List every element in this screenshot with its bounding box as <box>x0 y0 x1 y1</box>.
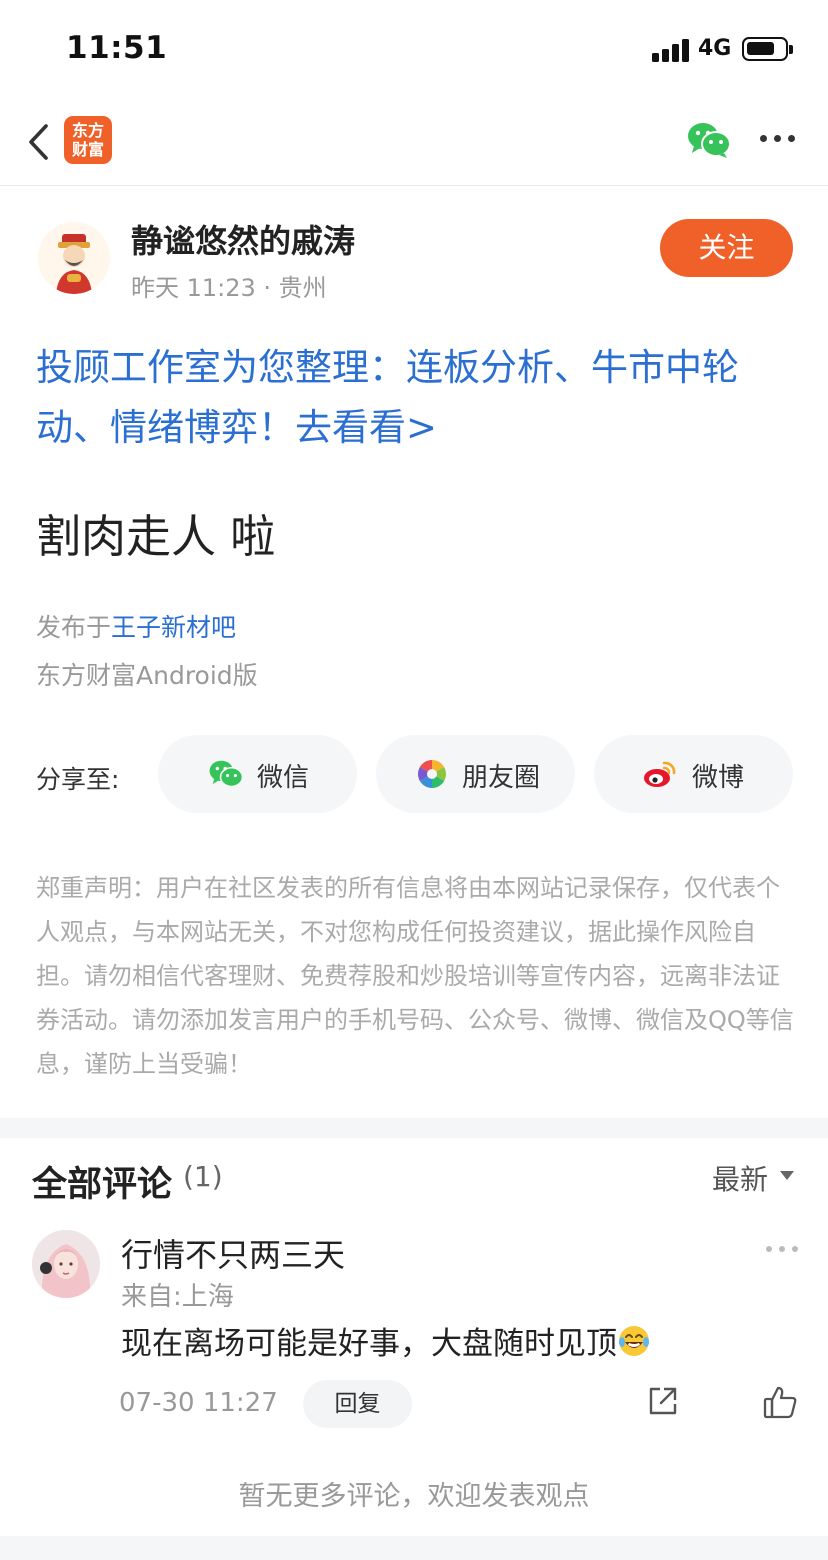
client-label: 东方财富Android版 <box>36 661 258 690</box>
share-moments-label: 朋友圈 <box>462 763 541 793</box>
caret-down-icon[interactable] <box>780 1171 794 1180</box>
comment-time: 07-30 11:27 <box>119 1388 278 1418</box>
battery-icon <box>742 37 788 61</box>
section-divider <box>0 1118 828 1138</box>
publish-line: 发布于王子新材吧 <box>36 608 236 644</box>
nav-bar: 东方 财富 <box>0 96 828 186</box>
share-out-icon[interactable] <box>646 1384 680 1418</box>
disclaimer: 郑重声明：用户在社区发表的所有信息将由本网站记录保存，仅代表个人观点，与本网站无… <box>36 874 794 1078</box>
thumbs-up-icon[interactable] <box>762 1384 798 1420</box>
forum-link[interactable]: 王子新材吧 <box>111 613 236 642</box>
status-bar: 11:51 4G <box>0 0 828 96</box>
battery-cap <box>789 45 793 54</box>
wechat-icon <box>209 760 244 788</box>
promo-link[interactable]: 投顾工作室为您整理：连板分析、牛市中轮动、情绪博弈！去看看> <box>36 338 796 458</box>
reply-button[interactable]: 回复 <box>303 1380 412 1428</box>
app-logo: 东方 财富 <box>64 116 112 164</box>
author-avatar[interactable] <box>38 222 110 294</box>
app-logo-text-bottom: 财富 <box>71 140 104 159</box>
signal-icon <box>652 38 692 62</box>
back-icon[interactable] <box>26 122 56 162</box>
comment-more-icon[interactable] <box>766 1246 798 1254</box>
comments-count: (1) <box>183 1160 223 1193</box>
app-logo-text-top: 东方 <box>71 121 104 140</box>
share-label: 分享至: <box>36 765 120 794</box>
weibo-icon <box>644 761 676 787</box>
share-moments-button[interactable]: 朋友圈 <box>376 735 575 813</box>
share-wechat-button[interactable]: 微信 <box>158 735 357 813</box>
wechat-icon[interactable] <box>686 120 732 160</box>
more-icon[interactable] <box>760 134 796 144</box>
share-weibo-label: 微博 <box>692 763 745 793</box>
published-prefix: 发布于 <box>36 613 112 642</box>
post-title: 割肉走人 啦 <box>36 510 276 563</box>
moments-icon <box>418 760 446 788</box>
comment-body: 现在离场可能是好事，大盘随时见顶 <box>121 1326 617 1362</box>
comment-username[interactable]: 行情不只两三天 <box>121 1230 345 1276</box>
post-meta: 昨天 11:23 · 贵州 <box>131 274 327 302</box>
author-name[interactable]: 静谧悠然的戚涛 <box>131 216 355 262</box>
laughing-tears-emoji-icon <box>619 1326 649 1356</box>
share-weibo-button[interactable]: 微博 <box>594 735 793 813</box>
comment-location: 来自:上海 <box>121 1282 234 1312</box>
share-wechat-label: 微信 <box>257 763 310 793</box>
comment-avatar[interactable] <box>32 1230 100 1298</box>
follow-button[interactable]: 关注 <box>660 219 793 277</box>
comment-text: 现在离场可能是好事，大盘随时见顶 <box>121 1318 651 1363</box>
status-time: 11:51 <box>66 30 168 66</box>
no-more-comments: 暂无更多评论，欢迎发表观点 <box>238 1481 590 1512</box>
bottom-strip <box>0 1536 828 1560</box>
network-label: 4G <box>698 36 732 61</box>
sort-select[interactable]: 最新 <box>712 1158 768 1198</box>
comments-title: 全部评论 <box>32 1165 173 1205</box>
